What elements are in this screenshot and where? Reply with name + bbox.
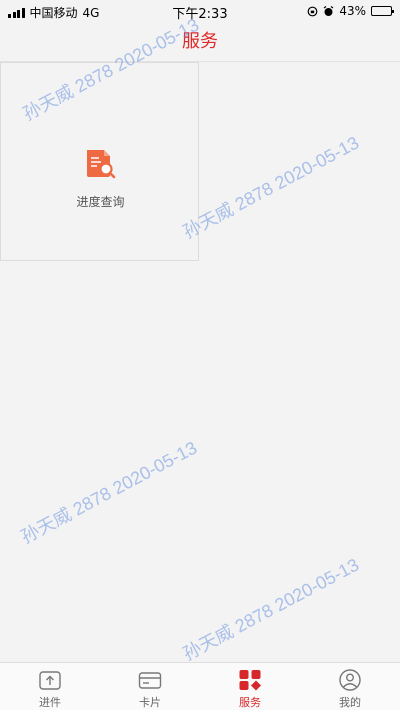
alarm-icon	[323, 5, 334, 16]
watermark: 孙天威 2878 2020-05-13	[179, 554, 363, 665]
battery-icon	[371, 6, 394, 16]
tab-bar: 进件 卡片 服务 我的	[0, 662, 400, 710]
status-right: 43%	[307, 4, 394, 18]
battery-percent: 43%	[339, 4, 366, 18]
page-title: 服务	[0, 22, 400, 62]
watermark: 孙天威 2878 2020-05-13	[17, 437, 201, 548]
upload-box-icon	[39, 671, 61, 690]
tab-service[interactable]: 服务	[200, 663, 300, 710]
progress-search-icon	[87, 150, 116, 179]
rotation-lock-icon	[307, 6, 318, 16]
tab-label: 我的	[339, 696, 361, 709]
user-circle-icon	[339, 669, 361, 691]
tab-card[interactable]: 卡片	[100, 663, 200, 710]
card-icon	[138, 672, 162, 689]
tab-label: 服务	[239, 696, 261, 709]
service-tile-progress-query[interactable]: 进度查询	[0, 62, 199, 261]
service-label: 进度查询	[76, 195, 125, 209]
tab-label: 卡片	[139, 696, 161, 709]
tab-label: 进件	[39, 696, 61, 709]
tab-mine[interactable]: 我的	[300, 663, 400, 710]
tab-submit[interactable]: 进件	[0, 663, 100, 710]
watermark: 孙天威 2878 2020-05-13	[179, 132, 363, 243]
status-bar: 中国移动 4G 下午2:33 43%	[0, 0, 400, 22]
grid-diamond-icon	[239, 670, 261, 691]
